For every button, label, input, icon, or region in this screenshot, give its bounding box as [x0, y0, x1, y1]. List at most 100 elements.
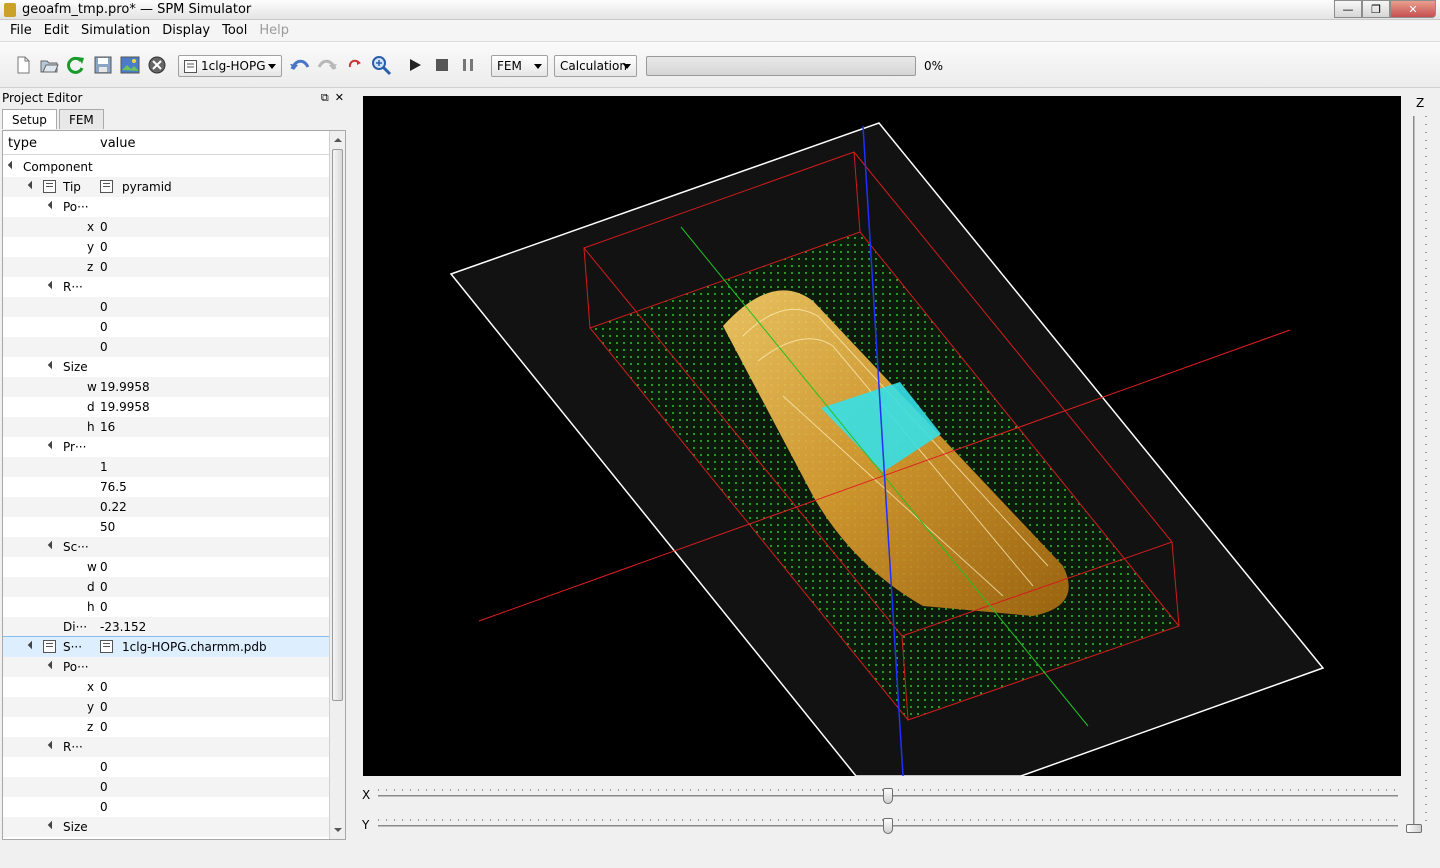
tree-row-value[interactable]: 0	[100, 760, 108, 774]
tree-row[interactable]: Size	[3, 357, 329, 377]
column-header-value[interactable]: value	[100, 136, 136, 151]
tree-row[interactable]: w0	[3, 557, 329, 577]
tree-row[interactable]: 0	[3, 757, 329, 777]
tree-row-value[interactable]: 0	[100, 800, 108, 814]
scroll-up-icon[interactable]	[331, 133, 345, 147]
tree-row[interactable]: 0	[3, 317, 329, 337]
menu-help[interactable]: Help	[253, 23, 295, 38]
zoom-icon[interactable]	[370, 54, 392, 76]
tree-row-value[interactable]: 0	[100, 720, 108, 734]
close-window-button[interactable]: ✕	[1390, 0, 1436, 18]
expand-arrow-icon[interactable]	[47, 660, 57, 670]
tree-row-value[interactable]: 19.9958	[100, 380, 150, 394]
tree-row[interactable]: x0	[3, 677, 329, 697]
z-slider-track[interactable]	[1413, 116, 1415, 826]
tree-row-value[interactable]: 0	[100, 320, 108, 334]
x-slider[interactable]: X	[362, 786, 1402, 806]
tree-row-value[interactable]: 19.9958	[100, 400, 150, 414]
3d-viewport[interactable]	[363, 96, 1401, 776]
tree-row-value[interactable]: pyramid	[122, 180, 172, 194]
tree-row[interactable]: h0	[3, 597, 329, 617]
pause-icon[interactable]	[457, 54, 479, 76]
tree-row[interactable]: S··· 1clg-HOPG.charmm.pdb	[3, 636, 330, 658]
redo-icon[interactable]	[316, 54, 338, 76]
scrollbar-thumb[interactable]	[332, 149, 343, 701]
calculation-select[interactable]: Calculation	[554, 55, 637, 77]
z-slider[interactable]: Z	[1406, 94, 1436, 834]
tree-row[interactable]: 0	[3, 777, 329, 797]
y-slider-handle[interactable]	[883, 818, 893, 834]
column-header-type[interactable]: type	[8, 136, 37, 151]
tree-row-value[interactable]: 16	[100, 420, 115, 434]
expand-arrow-icon[interactable]	[27, 640, 37, 650]
tree-row-value[interactable]: 0	[100, 780, 108, 794]
menu-edit[interactable]: Edit	[38, 23, 75, 38]
tree-row-value[interactable]: 0	[100, 220, 108, 234]
expand-arrow-icon[interactable]	[47, 740, 57, 750]
tree-row[interactable]: R···	[3, 277, 329, 297]
expand-arrow-icon[interactable]	[47, 200, 57, 210]
tree-row[interactable]: Tip pyramid	[3, 177, 329, 197]
tree-row-value[interactable]: 0	[100, 260, 108, 274]
tree-row[interactable]: Component	[3, 157, 329, 177]
tree-row[interactable]: 0	[3, 797, 329, 817]
save-icon[interactable]	[92, 54, 114, 76]
tree-row[interactable]: Sc···	[3, 537, 329, 557]
open-folder-icon[interactable]	[38, 54, 60, 76]
tree-row[interactable]: h 16	[3, 417, 329, 437]
vertical-scrollbar[interactable]	[329, 131, 345, 839]
close-panel-button[interactable]: ✕	[335, 91, 344, 105]
expand-arrow-icon[interactable]	[47, 360, 57, 370]
tree-row[interactable]: z0	[3, 257, 329, 277]
tree-row-value[interactable]: 0	[100, 240, 108, 254]
tree-row[interactable]: 0	[3, 297, 329, 317]
play-icon[interactable]	[404, 54, 426, 76]
tree-row-value[interactable]: 0	[100, 600, 108, 614]
expand-arrow-icon[interactable]	[27, 180, 37, 190]
menu-file[interactable]: File	[4, 23, 38, 38]
expand-arrow-icon[interactable]	[47, 440, 57, 450]
float-panel-button[interactable]: ⧉	[321, 91, 329, 105]
tree-row[interactable]: y0	[3, 237, 329, 257]
tree-row-value[interactable]: 1clg-HOPG.charmm.pdb	[122, 640, 267, 654]
tree-row[interactable]: d 19.9958	[3, 397, 329, 417]
tree-row[interactable]: Pr···	[3, 437, 329, 457]
reload-icon[interactable]	[65, 54, 87, 76]
tree-row[interactable]: 50	[3, 517, 329, 537]
y-slider[interactable]: Y	[362, 816, 1402, 836]
tree-row[interactable]: 76.5	[3, 477, 329, 497]
tree-row-value[interactable]: 0	[100, 340, 108, 354]
menu-tool[interactable]: Tool	[216, 23, 253, 38]
reset-view-icon[interactable]	[344, 54, 366, 76]
expand-arrow-icon[interactable]	[47, 540, 57, 550]
tree-row-value[interactable]: 50	[100, 520, 115, 534]
menu-simulation[interactable]: Simulation	[75, 23, 156, 38]
tree-row-value[interactable]: 1	[100, 460, 108, 474]
tree-row-value[interactable]: -23.152	[100, 620, 146, 634]
tree-row-value[interactable]: 0	[100, 580, 108, 594]
tree-row-value[interactable]: 0	[100, 300, 108, 314]
tree-row-value[interactable]: 0.22	[100, 500, 127, 514]
close-project-icon[interactable]	[146, 54, 168, 76]
menu-display[interactable]: Display	[156, 23, 216, 38]
tree-row-value[interactable]: 0	[100, 680, 108, 694]
z-slider-handle[interactable]	[1406, 824, 1422, 833]
expand-arrow-icon[interactable]	[47, 280, 57, 290]
tree-row[interactable]: x0	[3, 217, 329, 237]
tree-row[interactable]: y0	[3, 697, 329, 717]
tree-row-value[interactable]: 0	[100, 560, 108, 574]
tree-row-value[interactable]: 0	[100, 700, 108, 714]
tree-row[interactable]: Po···	[3, 197, 329, 217]
tree-row-value[interactable]: 76.5	[100, 480, 127, 494]
save-image-icon[interactable]	[119, 54, 141, 76]
tree-row[interactable]: 1	[3, 457, 329, 477]
scroll-down-icon[interactable]	[331, 823, 345, 837]
component-select[interactable]: 1clg-HOPG	[178, 55, 282, 77]
undo-icon[interactable]	[289, 54, 311, 76]
expand-arrow-icon[interactable]	[47, 820, 57, 830]
minimize-button[interactable]: —	[1334, 0, 1362, 18]
tree-row[interactable]: Po···	[3, 657, 329, 677]
tree-row[interactable]: R···	[3, 737, 329, 757]
expand-arrow-icon[interactable]	[7, 160, 17, 170]
tree-row[interactable]: Size	[3, 817, 329, 837]
